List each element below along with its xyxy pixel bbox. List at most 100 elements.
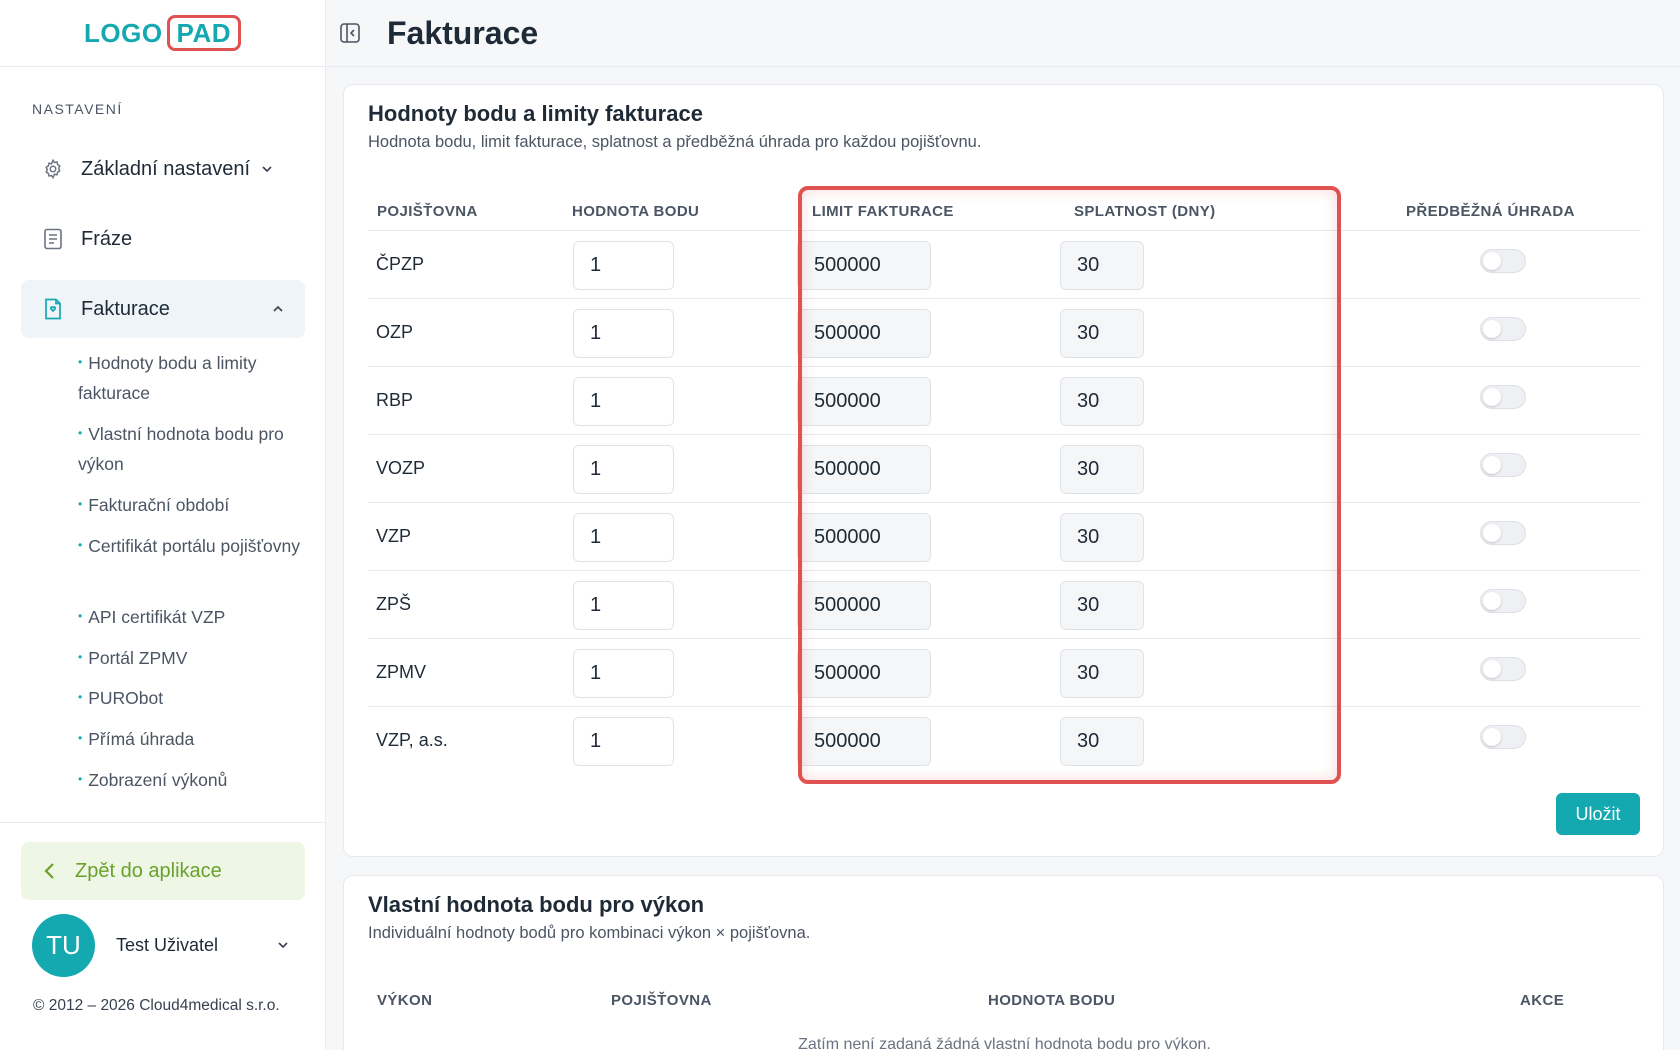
due-days-input[interactable]: 30 xyxy=(1060,581,1144,630)
column-header-hodnota-bodu: HODNOTA BODU xyxy=(572,203,700,220)
prepayment-toggle[interactable] xyxy=(1480,385,1526,409)
due-days-input[interactable]: 30 xyxy=(1060,513,1144,562)
due-days-input[interactable]: 30 xyxy=(1060,649,1144,698)
invoice-limit-input[interactable]: 500000 xyxy=(797,513,931,562)
point-value-input[interactable]: 1 xyxy=(573,241,674,290)
card-subtitle: Hodnota bodu, limit fakturace, splatnost… xyxy=(368,133,982,151)
point-value-input[interactable]: 1 xyxy=(573,377,674,426)
prepayment-toggle[interactable] xyxy=(1480,317,1526,341)
sidebar-subitem-label: Portál ZPMV xyxy=(88,648,188,668)
sidebar-subitem-label: Zobrazení výkonů xyxy=(88,770,228,790)
table-row: OZP 1 500000 30 xyxy=(368,298,1641,366)
invoice-limit-input[interactable]: 500000 xyxy=(797,649,931,698)
sidebar-subitem-hodnoty-bodu[interactable]: • Hodnoty bodu a limity fakturace xyxy=(78,347,308,408)
sidebar: LOGO PAD NASTAVENÍ Základní nastavení Fr… xyxy=(0,0,326,1050)
gear-icon xyxy=(41,157,65,181)
invoice-limit-input[interactable]: 500000 xyxy=(797,717,931,766)
prepayment-toggle[interactable] xyxy=(1480,453,1526,477)
column-header-limit-fakturace: LIMIT FAKTURACE xyxy=(812,203,954,220)
insurer-name: VOZP xyxy=(376,458,426,478)
due-days-input[interactable]: 30 xyxy=(1060,241,1144,290)
avatar: TU xyxy=(32,913,95,977)
prepayment-toggle[interactable] xyxy=(1480,657,1526,681)
invoice-limit-input[interactable]: 500000 xyxy=(797,309,931,358)
column-header-pojistovna: POJIŠŤOVNA xyxy=(611,992,712,1009)
card-title: Vlastní hodnota bodu pro výkon xyxy=(368,892,705,917)
point-value-input[interactable]: 1 xyxy=(573,717,674,766)
point-value-input[interactable]: 1 xyxy=(573,445,674,494)
prepayment-toggle[interactable] xyxy=(1480,521,1526,545)
sidebar-subitem-label: Přímá úhrada xyxy=(88,729,195,749)
sidebar-subitem-label: Certifikát portálu pojišťovny xyxy=(88,536,300,556)
due-days-input[interactable]: 30 xyxy=(1060,309,1144,358)
sidebar-subitem-purobot[interactable]: • PURObot xyxy=(78,682,308,713)
due-days-input[interactable]: 30 xyxy=(1060,445,1144,494)
sidebar-item-fakturace[interactable]: Fakturace xyxy=(21,280,305,338)
page-title: Fakturace xyxy=(387,14,539,51)
bullet-dot: • xyxy=(78,609,83,623)
sidebar-subitem-portal-zpmv[interactable]: • Portál ZPMV xyxy=(78,642,308,673)
insurer-name: RBP xyxy=(376,390,414,410)
chevron-down-icon xyxy=(276,938,290,952)
due-days-input[interactable]: 30 xyxy=(1060,717,1144,766)
insurer-name: ČPZP xyxy=(376,254,425,274)
sidebar-subitem-api-certifikat[interactable]: • API certifikát VZP xyxy=(78,601,308,632)
prepayment-toggle[interactable] xyxy=(1480,725,1526,749)
point-value-input[interactable]: 1 xyxy=(573,513,674,562)
user-name: Test Uživatel xyxy=(116,934,219,955)
sidebar-item-label: Fakturace xyxy=(81,297,170,320)
table-row: ZPŠ 1 500000 30 xyxy=(368,570,1641,638)
table-row: VZP, a.s. 1 500000 30 xyxy=(368,706,1641,774)
table-row: RBP 1 500000 30 xyxy=(368,366,1641,434)
column-header-splatnost: SPLATNOST (DNY) xyxy=(1074,203,1216,220)
point-value-input[interactable]: 1 xyxy=(573,649,674,698)
back-to-app-label: Zpět do aplikace xyxy=(75,859,222,882)
column-header-vykon: VÝKON xyxy=(377,992,433,1009)
sidebar-subitem-vlastni-hodnota[interactable]: • Vlastní hodnota bodu pro výkon xyxy=(78,418,308,479)
table-row: ČPZP 1 500000 30 xyxy=(368,230,1641,298)
sidebar-item-zakladni-nastaveni[interactable]: Základní nastavení xyxy=(21,140,305,198)
column-header-akce: AKCE xyxy=(1520,992,1565,1009)
insurer-name: OZP xyxy=(376,322,414,342)
copyright: © 2012 – 2026 Cloud4medical s.r.o. xyxy=(33,997,280,1014)
sidebar-subitem-prima-uhrada[interactable]: • Přímá úhrada xyxy=(78,723,308,754)
bullet-dot: • xyxy=(78,538,83,552)
invoice-limit-input[interactable]: 500000 xyxy=(797,377,931,426)
section-label: NASTAVENÍ xyxy=(32,101,123,117)
column-header-pojistovna: POJIŠŤOVNA xyxy=(377,203,478,220)
page-header: Fakturace xyxy=(327,0,1680,67)
invoice-limit-input[interactable]: 500000 xyxy=(797,581,931,630)
invoice-limit-input[interactable]: 500000 xyxy=(797,241,931,290)
sidebar-subitem-certifikat-portalu[interactable]: • Certifikát portálu pojišťovny xyxy=(78,530,308,561)
sidebar-subitem-label: API certifikát VZP xyxy=(88,607,226,627)
logo-text: LOGO xyxy=(83,17,163,48)
insurer-name: ZPMV xyxy=(376,662,427,682)
sidebar-subitem-label: Vlastní hodnota bodu pro výkon xyxy=(78,424,284,474)
back-to-app-button[interactable]: Zpět do aplikace xyxy=(21,842,305,900)
prepayment-toggle[interactable] xyxy=(1480,249,1526,273)
sidebar-subitem-label: Hodnoty bodu a limity fakturace xyxy=(78,353,257,403)
due-days-input[interactable]: 30 xyxy=(1060,377,1144,426)
bullet-dot: • xyxy=(78,650,83,664)
logo[interactable]: LOGO PAD xyxy=(83,15,242,51)
sidebar-item-label: Základní nastavení xyxy=(81,157,250,180)
custom-point-card: Vlastní hodnota bodu pro výkon Individuá… xyxy=(343,875,1664,1050)
invoice-limit-input[interactable]: 500000 xyxy=(797,445,931,494)
logo-row: LOGO PAD xyxy=(0,0,325,67)
empty-state-text: Zatím není zadaná žádná vlastní hodnota … xyxy=(798,1036,1211,1050)
sidebar-subitem-zobrazeni-vykonu[interactable]: • Zobrazení výkonů xyxy=(78,764,308,795)
point-value-input[interactable]: 1 xyxy=(573,581,674,630)
invoice-icon xyxy=(41,297,65,321)
point-value-input[interactable]: 1 xyxy=(573,309,674,358)
sidebar-item-fraze[interactable]: Fráze xyxy=(21,210,305,268)
prepayment-toggle[interactable] xyxy=(1480,589,1526,613)
user-menu[interactable]: TU Test Uživatel xyxy=(32,913,290,977)
bullet-dot: • xyxy=(78,497,83,511)
save-button[interactable]: Uložit xyxy=(1556,793,1640,835)
limits-card: Hodnoty bodu a limity fakturace Hodnota … xyxy=(343,84,1664,857)
sidebar-subitem-fakturacni-obdobi[interactable]: • Fakturační období xyxy=(78,489,308,520)
insurer-name: ZPŠ xyxy=(376,594,412,614)
sidebar-toggle-icon[interactable] xyxy=(337,20,363,46)
insurer-name: VZP xyxy=(376,526,412,546)
sidebar-item-label: Fráze xyxy=(81,227,133,250)
